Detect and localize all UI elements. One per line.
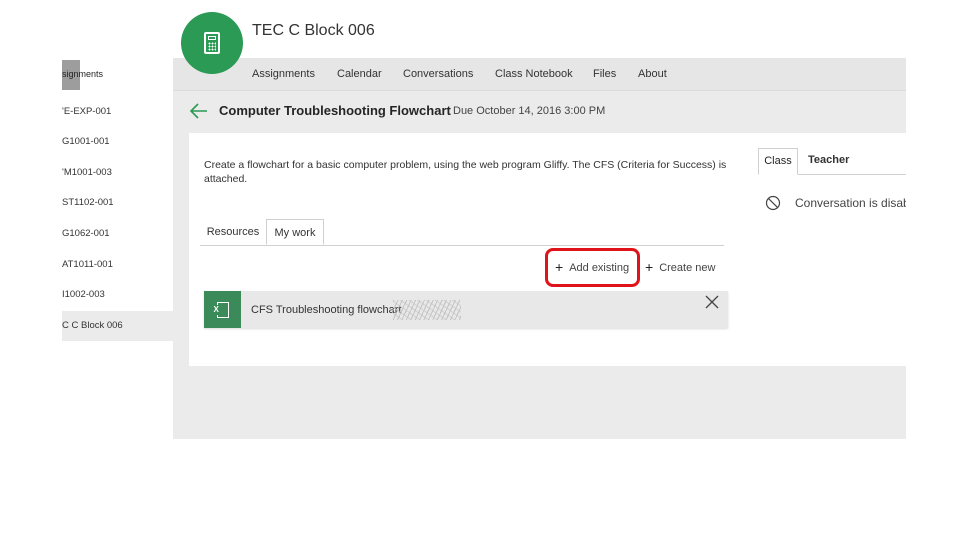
sidebar-header-label: signments bbox=[62, 69, 104, 79]
excel-icon-letter: X bbox=[212, 304, 220, 315]
class-list-sidebar: signments 'E-EXP-001 G1001-001 'M1001-00… bbox=[62, 60, 173, 360]
back-arrow-icon[interactable] bbox=[189, 101, 209, 121]
assignment-description: Create a flowchart for a basic computer … bbox=[204, 159, 727, 185]
sidebar-item-class-3[interactable]: 'M1001-003 bbox=[62, 158, 173, 188]
nav-assignments[interactable]: Assignments bbox=[252, 68, 315, 80]
conversation-disabled-message: Conversation is disab bbox=[795, 196, 906, 210]
sidebar-item-class-active[interactable]: C C Block 006 bbox=[62, 311, 173, 341]
sidebar-header[interactable]: signments bbox=[62, 60, 173, 90]
sidebar-item-class-5[interactable]: G1062-001 bbox=[62, 219, 173, 249]
excel-icon: X bbox=[204, 291, 241, 328]
nav-about[interactable]: About bbox=[638, 68, 667, 80]
create-new-label: Create new bbox=[659, 262, 716, 274]
class-title: TEC C Block 006 bbox=[252, 22, 375, 39]
nav-conversations[interactable]: Conversations bbox=[403, 68, 473, 80]
tab-class[interactable]: Class bbox=[758, 148, 798, 175]
sidebar-item-class-6[interactable]: AT1011-001 bbox=[62, 250, 173, 280]
sidebar-item-class-2[interactable]: G1001-001 bbox=[62, 127, 173, 157]
nav-calendar[interactable]: Calendar bbox=[337, 68, 382, 80]
assignment-due-date: Due October 14, 2016 3:00 PM bbox=[453, 105, 606, 117]
plus-icon: + bbox=[645, 259, 654, 275]
create-new-button[interactable]: + Create new bbox=[645, 259, 715, 275]
sidebar-item-class-4[interactable]: ST1102-001 bbox=[62, 188, 173, 218]
tab-divider bbox=[200, 245, 724, 246]
tab-resources[interactable]: Resources bbox=[200, 219, 266, 245]
highlight-annotation bbox=[545, 248, 640, 287]
remove-file-close-icon[interactable] bbox=[705, 295, 719, 309]
sidebar-item-class-7[interactable]: I1002-003 bbox=[62, 280, 173, 310]
nav-class-notebook[interactable]: Class Notebook bbox=[495, 68, 573, 80]
assignment-title: Computer Troubleshooting Flowchart bbox=[219, 103, 451, 118]
sidebar-item-class-1[interactable]: 'E-EXP-001 bbox=[62, 97, 173, 127]
nav-files[interactable]: Files bbox=[593, 68, 616, 80]
file-name[interactable]: CFS Troubleshooting flowchart bbox=[251, 304, 401, 316]
tab-my-work[interactable]: My work bbox=[266, 219, 324, 245]
blocked-icon bbox=[765, 195, 781, 211]
right-tab-divider bbox=[798, 174, 906, 175]
redacted-scribble bbox=[393, 300, 461, 320]
calculator-icon[interactable] bbox=[181, 12, 243, 74]
tab-teacher[interactable]: Teacher bbox=[808, 148, 849, 175]
